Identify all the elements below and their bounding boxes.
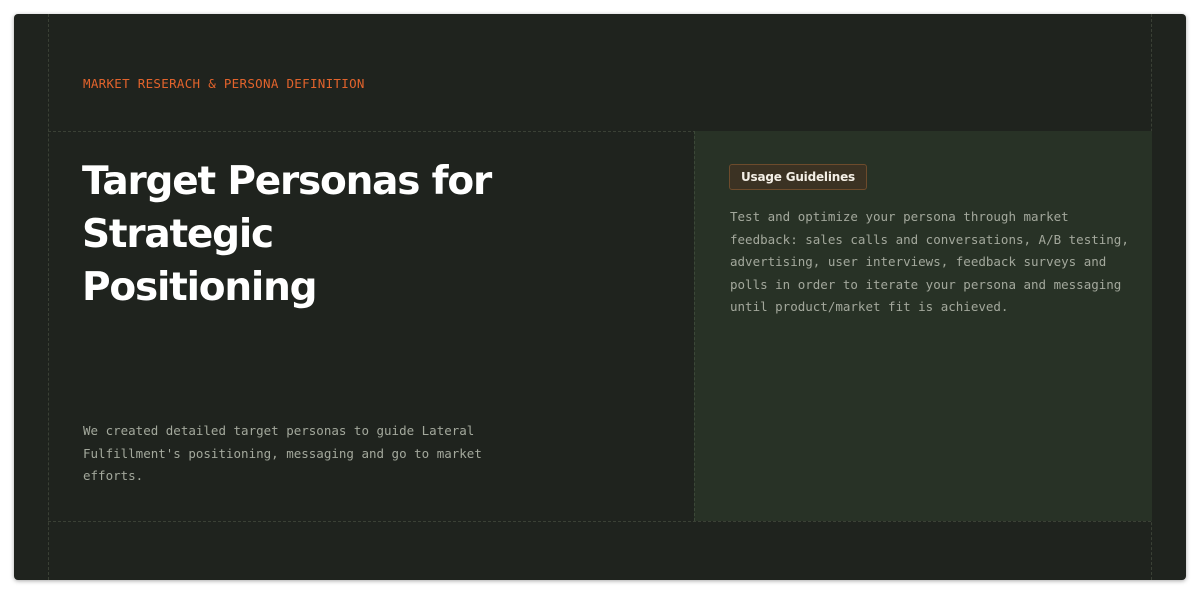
page-title: Target Personas for Strategic Positionin… — [82, 159, 492, 310]
usage-guidelines-badge: Usage Guidelines — [729, 164, 867, 190]
usage-guidelines-panel: Usage Guidelines Test and optimize your … — [694, 131, 1152, 521]
grid-guide-bottom — [48, 521, 1151, 522]
section-eyebrow: MARKET RESERACH & PERSONA DEFINITION — [83, 76, 365, 91]
persona-section-card: MARKET RESERACH & PERSONA DEFINITION Tar… — [14, 14, 1186, 580]
section-description: We created detailed target personas to g… — [83, 423, 482, 483]
grid-guide-left — [48, 14, 49, 580]
usage-guidelines-text: Test and optimize your persona through m… — [730, 209, 1129, 314]
